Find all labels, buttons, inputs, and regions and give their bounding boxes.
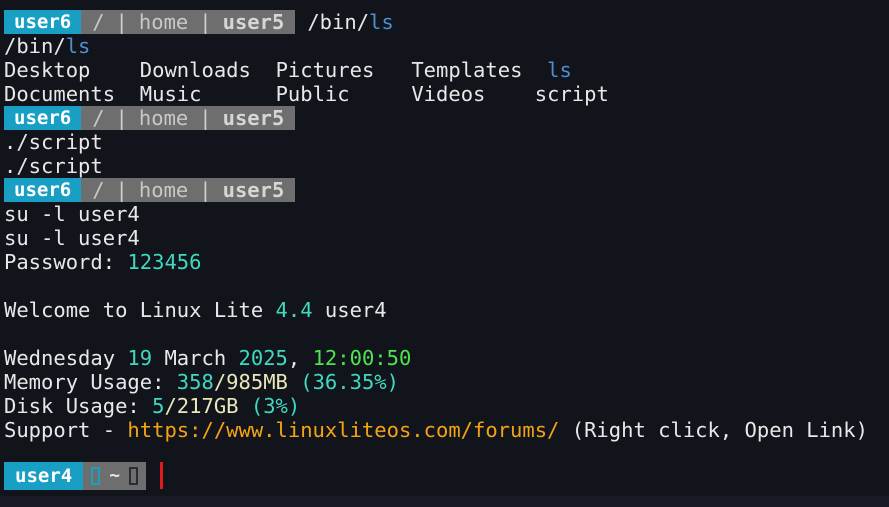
output-line-su-command: su -l user4 (4, 202, 140, 226)
password-value: 123456 (127, 250, 202, 274)
text-cursor[interactable] (160, 462, 164, 489)
prompt-crumb-root: / (92, 106, 105, 130)
welcome-suffix: user4 (312, 298, 387, 322)
output-line-welcome: Welcome to Linux Lite 4.4 user4 (4, 298, 889, 322)
welcome-version: 4.4 (275, 298, 313, 322)
terminal-screen[interactable]: user6 / | home | user5 /bin/ls /bin/ls D… (0, 0, 889, 455)
bottom-prompt-path-segment: ~ (83, 461, 147, 490)
ls-entry-script: script (534, 82, 609, 106)
memory-space (288, 370, 300, 394)
ls-entry-templates: Templates (411, 58, 523, 82)
output-line-script-result: ./script (4, 154, 103, 178)
prompt-crumb-user: user5 (222, 106, 285, 130)
ls-entry-public: Public (275, 82, 350, 106)
password-label: Password: (4, 250, 128, 274)
prompt-path-segments: / | home | user5 (81, 10, 296, 34)
date-month: March (152, 346, 239, 370)
prompt-crumb-home: home (138, 106, 189, 130)
prompt-separator: | (115, 10, 128, 34)
typed-command-1: /bin/ls (295, 10, 393, 34)
active-shell-prompt[interactable]: user4 ~ (0, 455, 889, 496)
output-line-su-echo: su -l user4 (4, 226, 140, 250)
memory-label: Memory Usage: (4, 370, 177, 394)
prompt-separator: | (199, 178, 212, 202)
output-line-date: Wednesday 19 March 2025, 12:00:50 (4, 346, 889, 370)
prompt-crumb-user: user5 (222, 10, 285, 34)
support-hint: (Right click, Open Link) (559, 418, 868, 442)
ls-entry-pictures: Pictures (275, 58, 375, 82)
output-line-script-command: ./script (4, 130, 103, 154)
date-time: 12:00:50 (312, 346, 412, 370)
memory-percent: (36.35%) (300, 370, 399, 394)
welcome-prefix: Welcome to Linux Lite (4, 298, 276, 322)
disk-space (239, 394, 251, 418)
shell-prompt-line-3: user6 / | home | user5 (4, 178, 889, 202)
ls-entry-music: Music (139, 82, 202, 106)
prompt-crumb-root: / (92, 10, 105, 34)
output-line-password: Password: 123456 (4, 250, 889, 274)
prompt-crumb-user: user5 (222, 178, 285, 202)
date-year: 2025 (238, 346, 288, 370)
prompt-crumb-home: home (138, 10, 189, 34)
support-label: Support - (4, 418, 128, 442)
command-prefix: /bin/ (307, 10, 370, 34)
support-url-link[interactable]: https://www.linuxliteos.com/forums/ (127, 418, 559, 442)
bottom-edge-strip (0, 496, 889, 507)
ls-entry-ls: ls (547, 58, 572, 82)
output-line-support: Support - https://www.linuxliteos.com/fo… (4, 418, 889, 442)
terminal-window[interactable]: user6 / | home | user5 /bin/ls /bin/ls D… (0, 0, 889, 507)
ls-entry-downloads: Downloads (139, 58, 251, 82)
shell-prompt-line-2: user6 / | home | user5 (4, 106, 889, 130)
output-line-disk: Disk Usage: 5/217GB (3%) (4, 394, 889, 418)
disk-used: 5 (152, 394, 165, 418)
missing-glyph-icon (91, 466, 101, 485)
ls-output-row-1: Desktop Downloads Pictures Templates ls (4, 58, 889, 82)
disk-label: Disk Usage: (4, 394, 153, 418)
prompt-separator: | (115, 106, 128, 130)
prompt-path-segments: / | home | user5 (81, 178, 296, 202)
date-day: 19 (127, 346, 153, 370)
echo-prefix: /bin/ (4, 34, 66, 58)
prompt-separator: | (115, 178, 128, 202)
prompt-separator: | (199, 106, 212, 130)
output-line-memory: Memory Usage: 358/985MB (36.35%) (4, 370, 889, 394)
prompt-separator: | (199, 10, 212, 34)
missing-glyph-icon (129, 466, 139, 485)
ls-entry-documents: Documents (4, 82, 116, 106)
ls-entry-videos: Videos (411, 82, 486, 106)
prompt-user-badge: user6 (4, 10, 82, 34)
date-comma: , (287, 346, 313, 370)
memory-total: /985MB (213, 370, 288, 394)
ls-entry-desktop: Desktop (4, 58, 91, 82)
prompt-path-segments: / | home | user5 (81, 106, 296, 130)
prompt-user-badge: user6 (4, 178, 82, 202)
shell-prompt-line-1: user6 / | home | user5 /bin/ls (4, 10, 889, 34)
command-target: ls (369, 10, 394, 34)
prompt-crumb-root: / (92, 178, 105, 202)
disk-percent: (3%) (250, 394, 301, 418)
output-line-echo-bin-ls: /bin/ls (4, 34, 889, 58)
bottom-prompt-tilde: ~ (109, 465, 121, 486)
prompt-crumb-home: home (138, 178, 189, 202)
echo-target: ls (65, 34, 91, 58)
disk-total: /217GB (164, 394, 239, 418)
date-weekday: Wednesday (4, 346, 128, 370)
bottom-prompt-user-badge: user4 (4, 461, 84, 490)
memory-used: 358 (176, 370, 214, 394)
ls-output-row-2: Documents Music Public Videos script (4, 82, 889, 106)
prompt-user-badge: user6 (4, 106, 82, 130)
